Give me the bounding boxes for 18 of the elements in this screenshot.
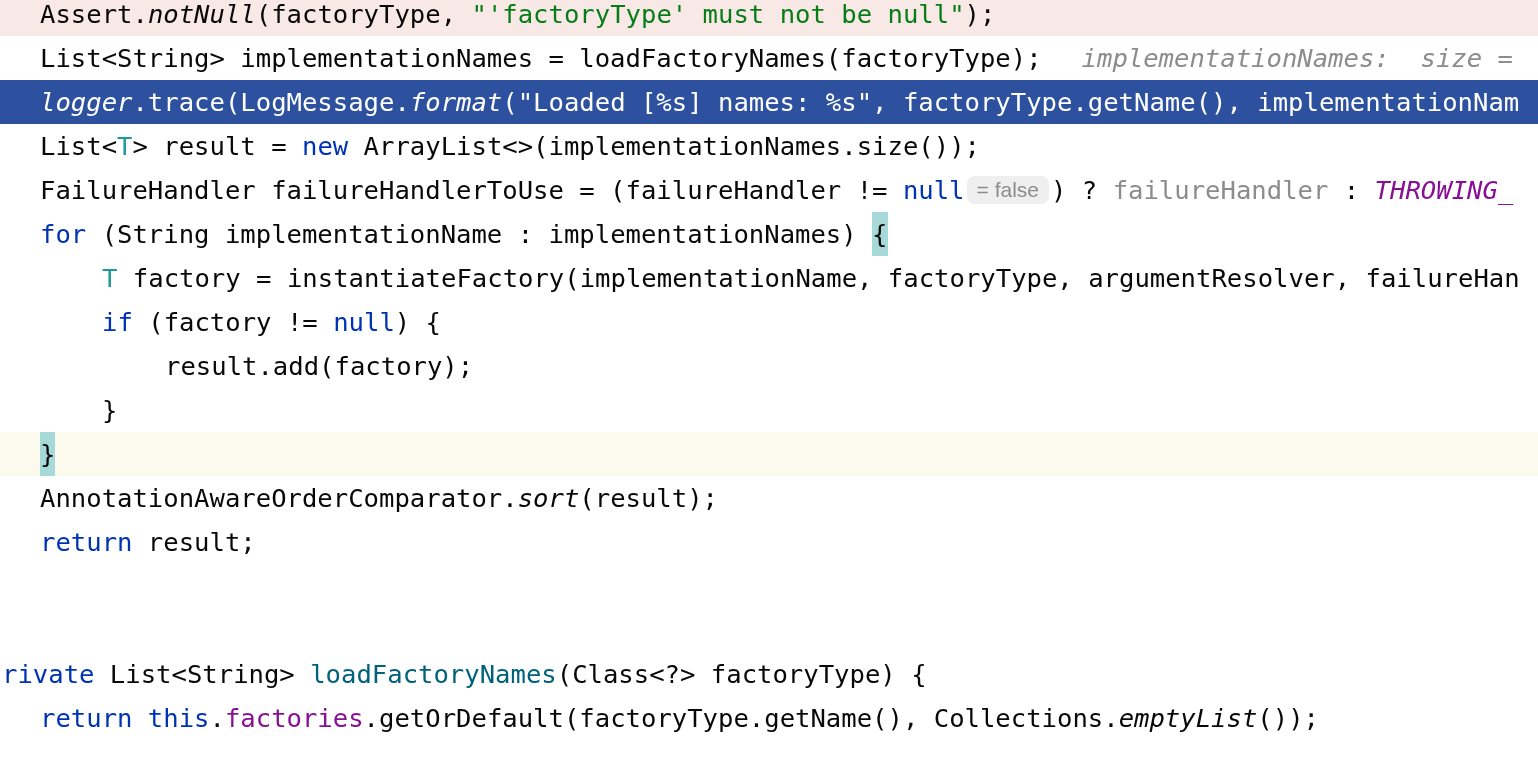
code-text: return this.factories.getOrDefault(factoryType.getName(), Collections.emptyList()); xyxy=(40,703,1319,733)
code-text: T factory = instantiateFactory(implementationName, factoryType, argumentResolver, failureHan xyxy=(102,263,1520,293)
code-text: } xyxy=(102,395,118,425)
code-text: if (factory != null) { xyxy=(102,307,442,337)
code-text: return result; xyxy=(40,527,256,557)
code-text: } xyxy=(40,432,56,476)
code-text: ) ? failureHandler : THROWING_ xyxy=(1051,175,1514,205)
code-text: List<T> result = new ArrayList<>(implementationNames.size()); xyxy=(40,131,980,161)
code-text: Assert.notNull(factoryType, "'factoryType' must not be null"); xyxy=(40,0,996,29)
inline-value-hint: implementationNames: size = xyxy=(1081,43,1514,73)
code-text: List<String> implementationNames = loadFactoryNames(factoryType); xyxy=(40,43,1042,73)
code-text: logger.trace(LogMessage.format("Loaded [%s] names: %s", factoryType.getName(), implementationNam xyxy=(40,87,1520,117)
code-text: for (String implementationName : implementationNames) { xyxy=(40,212,888,256)
inlay-hint: = false xyxy=(966,176,1049,204)
code-text: result.add(factory); xyxy=(165,351,474,381)
code-text: rivate List<String> loadFactoryNames(Class<?> factoryType) { xyxy=(2,659,927,689)
code-text: AnnotationAwareOrderComparator.sort(result); xyxy=(40,483,718,513)
code-text: FailureHandler failureHandlerToUse = (failureHandler != null xyxy=(40,175,965,205)
